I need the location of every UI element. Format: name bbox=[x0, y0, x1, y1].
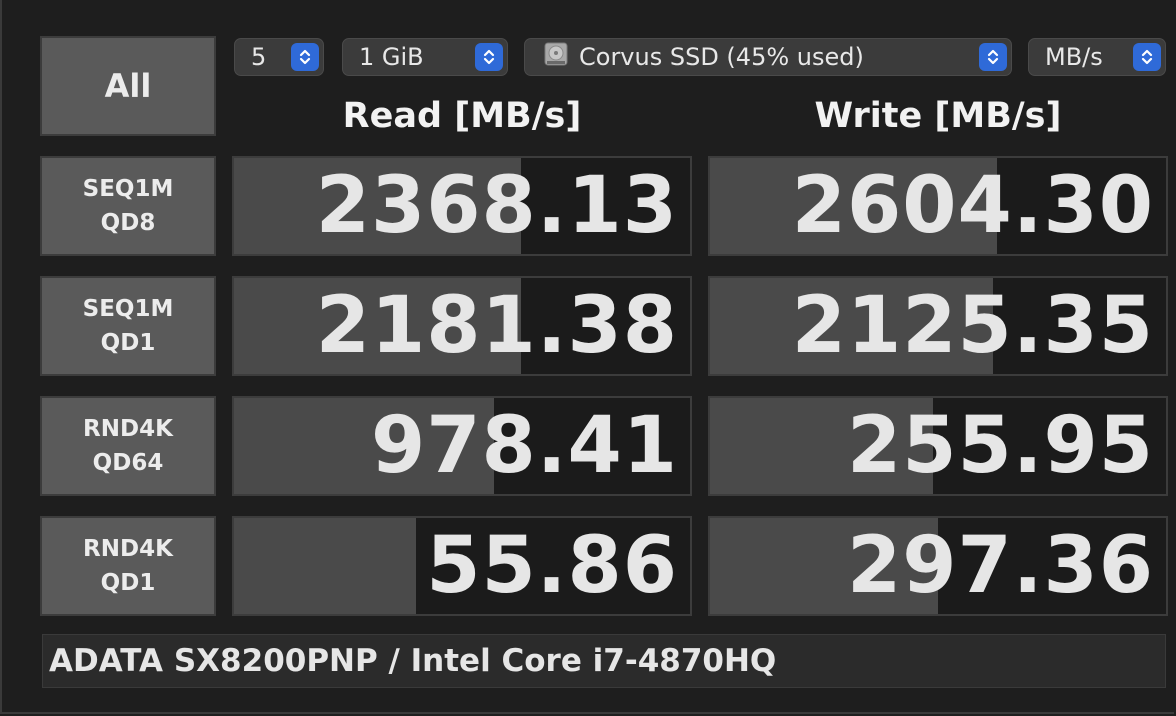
updown-chevron-icon bbox=[475, 43, 503, 71]
test-label-line2: QD64 bbox=[92, 450, 164, 476]
size-value: 1 GiB bbox=[359, 43, 424, 71]
test-button-seq1m-qd1[interactable]: SEQ1M QD1 bbox=[40, 276, 216, 376]
test-label-line1: SEQ1M bbox=[82, 296, 174, 322]
read-bar bbox=[234, 518, 417, 614]
test-label-line2: QD1 bbox=[100, 330, 156, 356]
read-result-seq1m-qd8: 2368.13 bbox=[232, 156, 692, 256]
write-value: 297.36 bbox=[847, 521, 1154, 611]
write-result-rnd4k-qd1: 297.36 bbox=[708, 516, 1168, 616]
write-header: Write [MB/s] bbox=[814, 96, 1062, 136]
read-result-rnd4k-qd64: 978.41 bbox=[232, 396, 692, 496]
test-label-line1: RND4K bbox=[83, 416, 173, 442]
write-result-seq1m-qd8: 2604.30 bbox=[708, 156, 1168, 256]
updown-chevron-icon bbox=[291, 43, 319, 71]
read-value: 2181.38 bbox=[315, 281, 678, 371]
updown-chevron-icon bbox=[1133, 43, 1161, 71]
drive-select[interactable]: Corvus SSD (45% used) bbox=[524, 38, 1012, 76]
read-value: 55.86 bbox=[426, 521, 678, 611]
test-button-rnd4k-qd1[interactable]: RND4K QD1 bbox=[40, 516, 216, 616]
test-label-line1: RND4K bbox=[83, 536, 173, 562]
unit-select[interactable]: MB/s bbox=[1028, 38, 1166, 76]
drive-value: Corvus SSD (45% used) bbox=[579, 43, 864, 71]
hard-disk-icon bbox=[541, 39, 571, 75]
updown-chevron-icon bbox=[979, 43, 1007, 71]
size-select[interactable]: 1 GiB bbox=[342, 38, 508, 76]
count-select[interactable]: 5 bbox=[234, 38, 324, 76]
test-label-line1: SEQ1M bbox=[82, 176, 174, 202]
write-result-rnd4k-qd64: 255.95 bbox=[708, 396, 1168, 496]
test-button-rnd4k-qd64[interactable]: RND4K QD64 bbox=[40, 396, 216, 496]
read-value: 2368.13 bbox=[315, 161, 678, 251]
comment-field[interactable]: ADATA SX8200PNP / Intel Core i7-4870HQ bbox=[42, 634, 1166, 688]
all-button[interactable]: All bbox=[40, 36, 216, 136]
test-label-line2: QD1 bbox=[100, 570, 156, 596]
read-result-seq1m-qd1: 2181.38 bbox=[232, 276, 692, 376]
count-value: 5 bbox=[251, 43, 267, 71]
read-result-rnd4k-qd1: 55.86 bbox=[232, 516, 692, 616]
write-value: 2604.30 bbox=[791, 161, 1154, 251]
write-result-seq1m-qd1: 2125.35 bbox=[708, 276, 1168, 376]
read-value: 978.41 bbox=[371, 401, 678, 491]
test-label-line2: QD8 bbox=[100, 210, 156, 236]
unit-value: MB/s bbox=[1045, 43, 1103, 71]
write-value: 2125.35 bbox=[791, 281, 1154, 371]
test-button-seq1m-qd8[interactable]: SEQ1M QD8 bbox=[40, 156, 216, 256]
write-value: 255.95 bbox=[847, 401, 1154, 491]
read-header: Read [MB/s] bbox=[342, 96, 582, 136]
